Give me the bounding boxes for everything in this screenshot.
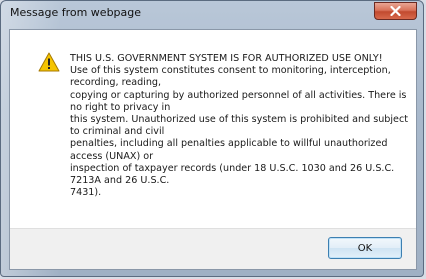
ok-button[interactable]: OK [328,237,402,259]
message-line: recording, reading, [70,77,162,89]
message-line: copying or capturing by authorized perso… [70,89,407,101]
message-line: access (UNAX) or [70,150,154,162]
close-button[interactable] [374,2,417,20]
message-line: to criminal and civil [70,126,165,138]
message-line: inspection of taxpayer records (under 18… [70,162,395,174]
message-line: Use of this system constitutes consent t… [70,65,391,77]
dialog-message: THIS U.S. GOVERNMENT SYSTEM IS FOR AUTHO… [70,53,408,199]
dialog-window: Message from webpage THIS U.S. GOVERNMEN… [0,0,424,277]
title-bar[interactable]: Message from webpage [1,1,423,28]
dialog-body: THIS U.S. GOVERNMENT SYSTEM IS FOR AUTHO… [9,29,417,270]
window-title: Message from webpage [10,6,142,19]
message-line: 7213A and 26 U.S.C. [70,175,170,187]
message-line: 7431). [70,187,102,199]
message-line: THIS U.S. GOVERNMENT SYSTEM IS FOR AUTHO… [70,53,383,64]
message-line: penalties, including all penalties appli… [70,138,388,150]
message-line: this system. Unauthorized use of this sy… [70,114,408,126]
close-icon [390,6,401,16]
warning-icon [38,52,60,72]
button-bar: OK [10,228,416,269]
message-line: no right to privacy in [70,101,171,113]
